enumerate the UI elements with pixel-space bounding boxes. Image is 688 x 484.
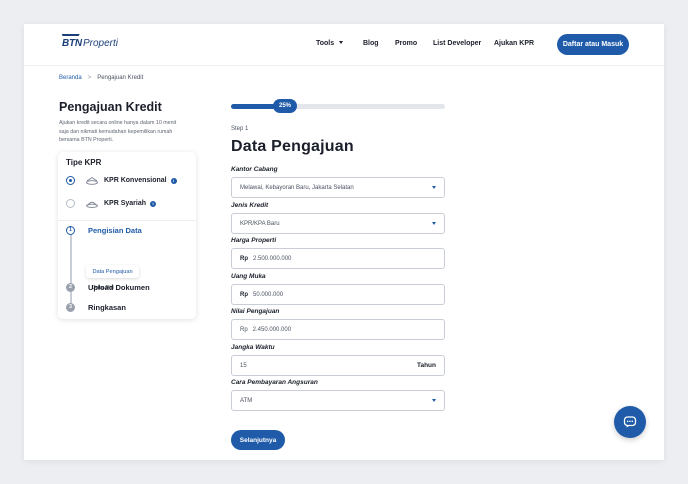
tenor-value: 15 <box>240 362 247 369</box>
kpr-option-syariah[interactable]: KPR Syariah i <box>66 199 157 208</box>
step-number-2: 2 <box>66 283 75 292</box>
field-label-kantor-cabang: Kantor Cabang <box>231 166 278 173</box>
property-price-value: 2.500.000.000 <box>253 255 292 262</box>
radio-konvensional[interactable] <box>66 176 75 185</box>
chevron-down-icon <box>432 399 436 402</box>
divider <box>58 220 196 221</box>
currency-prefix: Rp <box>240 255 248 262</box>
step-connector-line <box>70 230 72 305</box>
progress-badge: 25% <box>273 99 297 113</box>
credit-type-select[interactable]: KPR/KPA Baru <box>231 213 445 234</box>
payment-method-value: ATM <box>240 397 253 404</box>
branch-select[interactable]: Melawai, Kebayoran Baru, Jakarta Selatan <box>231 177 445 198</box>
kpr-option-syariah-label: KPR Syariah <box>104 200 147 207</box>
substep-data-pengajuan[interactable]: Data Pengajuan <box>86 265 139 278</box>
next-button[interactable]: Selanjutnya <box>231 430 285 450</box>
nav-item-blog[interactable]: Blog <box>363 40 379 47</box>
chevron-down-icon <box>432 222 436 225</box>
chevron-down-icon <box>339 41 344 44</box>
credit-type-value: KPR/KPA Baru <box>240 220 280 227</box>
step-upload-dokumen[interactable]: Upload Dokumen <box>88 283 150 292</box>
brand-logo[interactable]: BTN Properti <box>62 38 118 49</box>
tenor-suffix: Tahun <box>416 362 436 369</box>
logo-main: BTN <box>62 38 82 49</box>
step-number-1: 1 <box>66 226 75 235</box>
breadcrumb-home[interactable]: Beranda <box>59 75 82 81</box>
info-icon[interactable]: i <box>170 177 177 184</box>
branch-select-value: Melawai, Kebayoran Baru, Jakarta Selatan <box>240 184 354 191</box>
step-caption: Step 1 <box>231 126 249 132</box>
down-payment-value: 50.000.000 <box>253 291 284 298</box>
top-navbar: BTN Properti Tools Blog Promo List Devel… <box>24 24 664 66</box>
field-label-cara-pembayaran: Cara Pembayaran Angsuran <box>231 379 318 386</box>
nav-item-list-developer[interactable]: List Developer <box>433 40 481 47</box>
radio-syariah[interactable] <box>66 199 75 208</box>
breadcrumb-current: Pengajuan Kredit <box>97 75 144 81</box>
field-label-jangka-waktu: Jangka Waktu <box>231 344 275 351</box>
page-title: Pengajuan Kredit <box>59 100 162 114</box>
nav-item-tools-label: Tools <box>316 40 335 47</box>
logo-sub: Properti <box>82 38 118 49</box>
down-payment-input[interactable]: Rp 50.000.000 <box>231 284 445 305</box>
step-number-3: 3 <box>66 303 75 312</box>
field-label-harga-properti: Harga Properti <box>231 237 277 244</box>
tenor-input[interactable]: 15 Tahun <box>231 355 445 376</box>
field-label-uang-muka: Uang Muka <box>231 273 266 280</box>
step-ringkasan[interactable]: Ringkasan <box>88 303 126 312</box>
currency-prefix: Rp <box>240 291 248 298</box>
loan-amount-input[interactable]: Rp 2.450.000.000 <box>231 319 445 340</box>
chevron-down-icon <box>432 186 436 189</box>
login-register-button[interactable]: Daftar atau Masuk <box>557 34 629 55</box>
kpr-option-konvensional[interactable]: KPR Konvensional i <box>66 176 177 185</box>
house-coins-icon <box>86 176 98 185</box>
kpr-type-heading: Tipe KPR <box>66 158 102 167</box>
nav-item-promo[interactable]: Promo <box>395 40 417 47</box>
chat-bubble-icon <box>623 416 637 428</box>
loan-amount-value: 2.450.000.000 <box>252 326 292 333</box>
page: BTN Properti Tools Blog Promo List Devel… <box>24 24 664 460</box>
currency-prefix: Rp <box>240 326 248 333</box>
progress-card: Tipe KPR KPR Konvensional i KPR Syariah … <box>58 152 196 319</box>
breadcrumb-separator-icon: > <box>87 75 92 81</box>
nav-item-tools[interactable]: Tools <box>316 40 344 47</box>
property-price-input[interactable]: Rp 2.500.000.000 <box>231 248 445 269</box>
form-title: Data Pengajuan <box>231 138 354 155</box>
payment-method-select[interactable]: ATM <box>231 390 445 411</box>
field-label-nilai-pengajuan: Nilai Pengajuan <box>231 308 280 315</box>
step-pengisian-data[interactable]: Pengisian Data <box>88 226 142 235</box>
info-icon[interactable]: i <box>150 200 157 207</box>
kpr-option-konvensional-label: KPR Konvensional <box>104 177 167 184</box>
breadcrumb: Beranda > Pengajuan Kredit <box>59 75 143 81</box>
field-label-jenis-kredit: Jenis Kredit <box>231 202 269 209</box>
nav-item-ajukan-kpr[interactable]: Ajukan KPR <box>494 40 534 47</box>
mosque-icon <box>86 201 98 208</box>
page-description: Ajukan kredit secara online hanya dalam … <box>59 120 177 143</box>
chat-button[interactable] <box>614 406 646 438</box>
